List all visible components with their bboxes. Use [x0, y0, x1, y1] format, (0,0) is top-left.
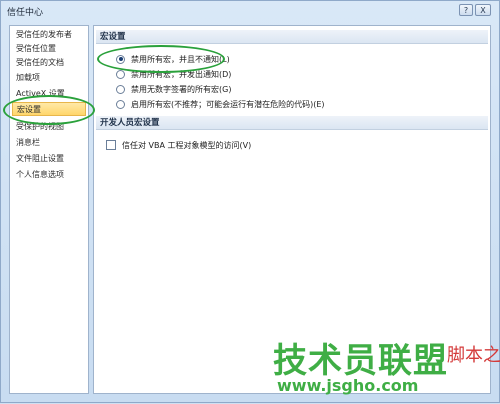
help-button[interactable]: ?: [459, 4, 473, 16]
sidebar-item-file-block-settings[interactable]: 文件阻止设置: [16, 152, 64, 166]
trust-vba-label: 信任对 VBA 工程对象模型的访问(V): [122, 140, 252, 150]
developer-macro-settings-heading: 开发人员宏设置: [96, 116, 488, 130]
window-title: 信任中心: [7, 8, 44, 18]
watermark-main-text: 技术员联盟: [273, 341, 448, 381]
radio-disable-all-notify[interactable]: 禁用所有宏，并发出通知(D): [116, 67, 231, 81]
watermark: 技术员联盟 www.jsgho.com 脚本之家: [269, 331, 500, 404]
radio-selected-icon[interactable]: [116, 54, 125, 64]
sidebar-item-macro-settings[interactable]: 宏设置: [12, 102, 86, 116]
sidebar-item-privacy-options[interactable]: 个人信息选项: [16, 168, 64, 182]
checkbox-icon[interactable]: [106, 140, 116, 150]
close-button[interactable]: X: [475, 4, 491, 16]
trust-center-window: 信任中心 ? X 受信任的发布者 受信任位置 受信任的文档 加载项 Active…: [0, 0, 500, 403]
watermark-url: www.jsgho.com: [277, 376, 419, 395]
radio-icon[interactable]: [116, 99, 125, 109]
title-bar: 信任中心 ? X: [1, 1, 499, 21]
radio-enable-all[interactable]: 启用所有宏(不推荐；可能会运行有潜在危险的代码)(E): [116, 97, 325, 111]
sidebar-item-activex-settings[interactable]: ActiveX 设置: [16, 87, 65, 101]
sidebar-item-message-bar[interactable]: 消息栏: [16, 136, 40, 150]
macro-settings-heading: 宏设置: [96, 30, 488, 44]
sidebar-item-trusted-documents[interactable]: 受信任的文档: [16, 56, 64, 70]
radio-label: 禁用所有宏，并且不通知(L): [131, 54, 230, 64]
sidebar-item-trusted-locations[interactable]: 受信任位置: [16, 42, 56, 56]
radio-icon[interactable]: [116, 84, 125, 94]
radio-label: 禁用无数字签署的所有宏(G): [131, 84, 232, 94]
radio-icon[interactable]: [116, 69, 125, 79]
sidebar-item-trusted-publishers[interactable]: 受信任的发布者: [16, 28, 72, 42]
watermark-side-text: 脚本之家: [447, 345, 500, 366]
sidebar-item-protected-view[interactable]: 受保护的视图: [16, 120, 64, 134]
radio-label: 禁用所有宏，并发出通知(D): [131, 69, 232, 79]
trust-vba-checkbox-row[interactable]: 信任对 VBA 工程对象模型的访问(V): [106, 138, 251, 152]
sidebar-item-addins[interactable]: 加载项: [16, 71, 40, 85]
sidebar: 受信任的发布者 受信任位置 受信任的文档 加载项 ActiveX 设置 宏设置 …: [9, 25, 89, 394]
radio-label: 启用所有宏(不推荐；可能会运行有潜在危险的代码)(E): [131, 99, 325, 109]
radio-disable-unsigned[interactable]: 禁用无数字签署的所有宏(G): [116, 82, 231, 96]
radio-disable-all-no-notify[interactable]: 禁用所有宏，并且不通知(L): [116, 52, 230, 66]
